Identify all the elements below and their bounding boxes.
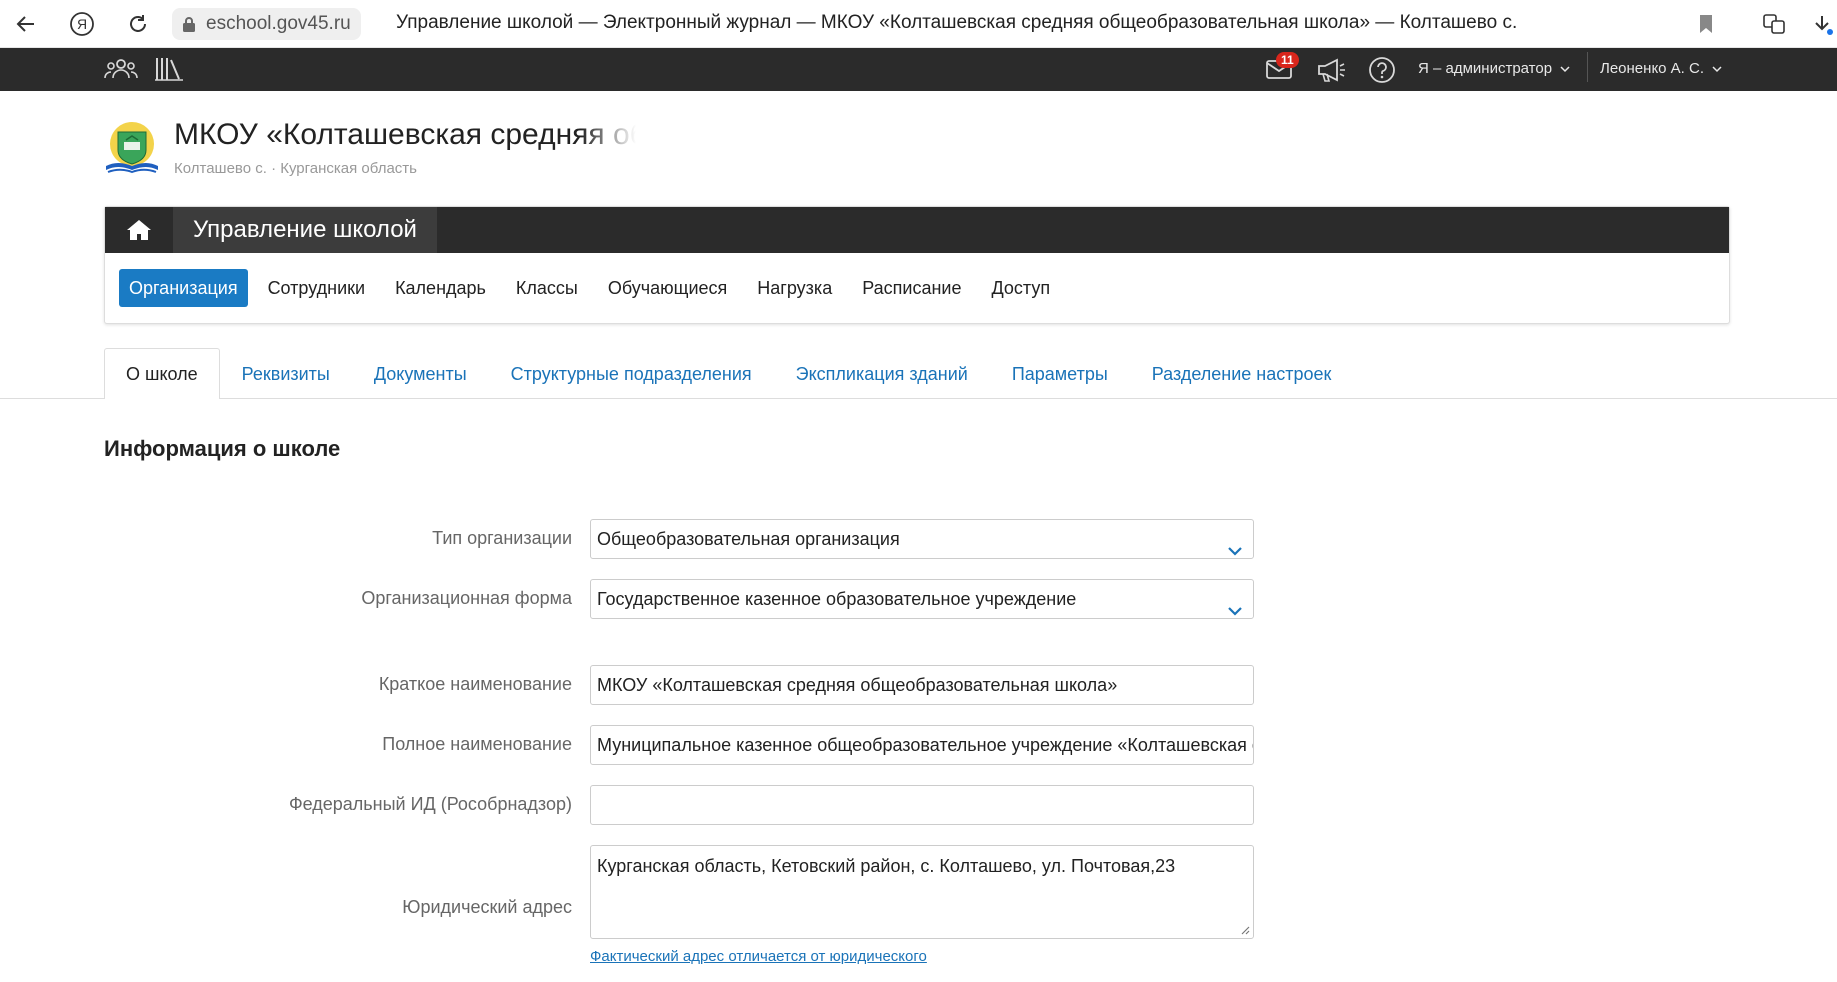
actual-address-differs-link[interactable]: Фактический адрес отличается от юридичес…: [590, 948, 927, 965]
subnav-item-organization[interactable]: Организация: [119, 269, 248, 307]
browser-toolbar: Я eschool.gov45.ru Управление школой — Э…: [0, 0, 1837, 48]
subnav-item-classes[interactable]: Классы: [506, 269, 588, 307]
reload-icon[interactable]: [120, 6, 156, 42]
org-type-value: Общеобразовательная организация: [597, 529, 900, 549]
federal-id-input[interactable]: [590, 785, 1254, 825]
user-dropdown[interactable]: Леоненко А. С.: [1600, 60, 1722, 77]
tab-requisites[interactable]: Реквизиты: [220, 348, 352, 399]
org-form-label: Организационная форма: [361, 588, 572, 608]
org-type-label: Тип организации: [432, 528, 572, 548]
lock-icon: [183, 17, 195, 32]
help-icon[interactable]: [1368, 56, 1396, 89]
org-form-value: Государственное казенное образовательное…: [597, 589, 1077, 609]
tab-strip: О школе Реквизиты Документы Структурные …: [104, 348, 1353, 399]
back-arrow-icon[interactable]: [8, 6, 44, 42]
full-name-label: Полное наименование: [382, 734, 572, 754]
legal-address-value: Курганская область, Кетовский район, с. …: [597, 856, 1176, 876]
mail-count-badge: 11: [1276, 52, 1299, 68]
form-heading: Информация о школе: [104, 436, 341, 461]
role-label: Я – администратор: [1418, 60, 1553, 77]
url-text: eschool.gov45.ru: [206, 13, 351, 34]
home-icon: [127, 220, 151, 240]
school-location: Колташево с. · Курганская область: [174, 160, 417, 177]
tab-structural-units[interactable]: Структурные подразделения: [489, 348, 774, 399]
full-name-input[interactable]: Муниципальное казенное общеобразовательн…: [590, 725, 1254, 765]
subnav-item-schedule[interactable]: Расписание: [852, 269, 971, 307]
chevron-down-icon: [1227, 592, 1243, 618]
school-name: МКОУ «Колташевская средняя общеобразоват…: [174, 118, 636, 151]
user-label: Леоненко А. С.: [1600, 60, 1705, 77]
short-name-input[interactable]: МКОУ «Колташевская средняя общеобразоват…: [590, 665, 1254, 705]
address-bar[interactable]: eschool.gov45.ru: [172, 8, 361, 40]
subnav-item-workload[interactable]: Нагрузка: [747, 269, 842, 307]
users-group-icon[interactable]: [104, 56, 138, 87]
federal-id-label: Федеральный ИД (Рособрнадзор): [288, 794, 572, 814]
megaphone-icon[interactable]: [1316, 57, 1346, 88]
legal-address-textarea[interactable]: Курганская область, Кетовский район, с. …: [590, 845, 1254, 939]
tab-documents[interactable]: Документы: [352, 348, 489, 399]
svg-text:Я: Я: [77, 16, 87, 32]
translate-icon[interactable]: [1756, 6, 1792, 42]
org-type-select[interactable]: Общеобразовательная организация: [590, 519, 1254, 559]
subnav-item-calendar[interactable]: Календарь: [385, 269, 496, 307]
bookmark-icon[interactable]: [1688, 6, 1724, 42]
school-emblem-logo: [104, 120, 160, 178]
page-title: Управление школой — Электронный журнал —…: [396, 12, 1518, 33]
section-header: Управление школой: [105, 207, 1729, 253]
subnav-item-staff[interactable]: Сотрудники: [258, 269, 376, 307]
chevron-down-icon: [1227, 532, 1243, 558]
org-form-select[interactable]: Государственное казенное образовательное…: [590, 579, 1254, 619]
tab-parameters[interactable]: Параметры: [990, 348, 1130, 399]
section-title: Управление школой: [173, 207, 437, 253]
tab-building-explication[interactable]: Экспликация зданий: [774, 348, 990, 399]
tab-about-school[interactable]: О школе: [104, 348, 220, 399]
yandex-icon[interactable]: Я: [64, 6, 100, 42]
subnav-item-students[interactable]: Обучающиеся: [598, 269, 737, 307]
short-name-label: Краткое наименование: [378, 674, 572, 694]
downloads-icon[interactable]: [1804, 6, 1837, 42]
role-dropdown[interactable]: Я – администратор: [1418, 60, 1570, 77]
tab-settings-separation[interactable]: Разделение настроек: [1130, 348, 1354, 399]
chevron-down-icon: [1560, 60, 1570, 77]
legal-address-label: Юридический адрес: [402, 897, 572, 917]
section-panel: Управление школой Организация Сотрудники…: [104, 206, 1730, 324]
topbar-divider: [1587, 52, 1588, 82]
chevron-down-icon: [1712, 60, 1722, 77]
resize-handle-icon[interactable]: [1240, 925, 1250, 935]
home-button[interactable]: [105, 207, 173, 253]
library-icon[interactable]: [154, 56, 184, 87]
subnav-item-access[interactable]: Доступ: [981, 269, 1060, 307]
section-subnav: Организация Сотрудники Календарь Классы …: [119, 269, 1070, 307]
